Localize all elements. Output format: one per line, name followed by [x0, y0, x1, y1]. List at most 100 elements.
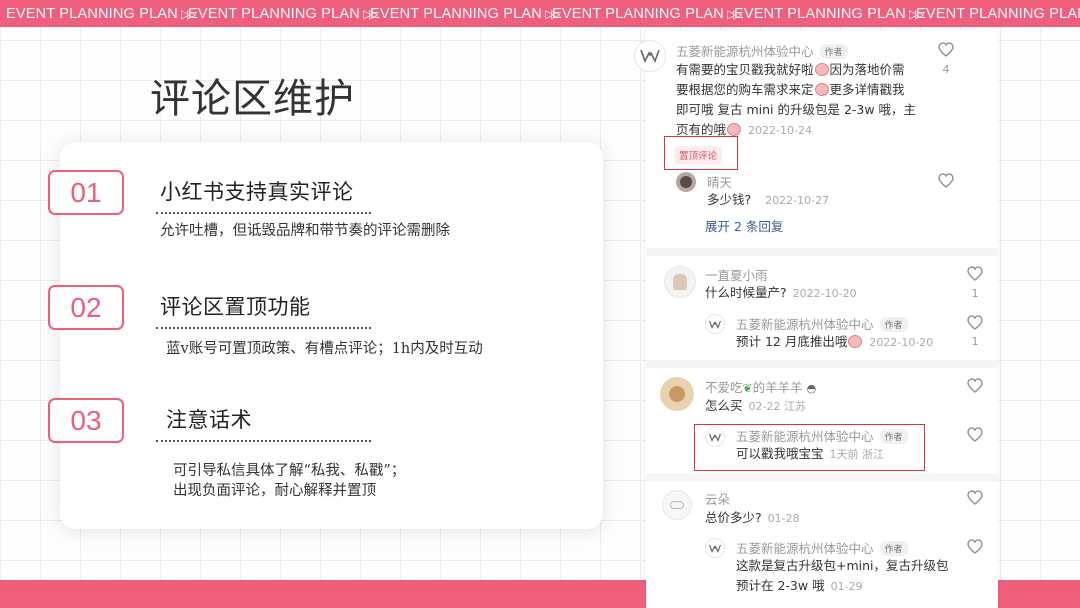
point-heading-01: 小红书支持真实评论	[160, 180, 354, 204]
user-avatar[interactable]	[664, 266, 696, 298]
text-span: 因为落地价需	[829, 62, 905, 77]
brand-avatar[interactable]	[705, 538, 725, 558]
text-span: 预计 12 月底推出哦	[736, 334, 848, 349]
banner-text: EVENT PLANNING PLAN	[6, 5, 178, 22]
like-count: 1	[971, 287, 979, 300]
brand-avatar[interactable]	[634, 40, 666, 72]
separator	[646, 474, 998, 482]
reply-username[interactable]: 晴天	[707, 172, 732, 191]
text-span: 的羊羊羊	[752, 380, 803, 395]
banner-text: EVENT PLANNING PLAN	[188, 5, 360, 22]
cloud-icon	[670, 501, 684, 509]
comment-text: 什么时候量产? 2022-10-20	[705, 283, 857, 304]
heart-icon[interactable]	[967, 266, 983, 281]
text-span: 更多详情戳我	[829, 82, 905, 97]
heart-icon[interactable]	[967, 539, 983, 554]
divider	[156, 212, 371, 214]
author-badge: 作者	[879, 429, 908, 444]
text-span: 预计在 2-3w 哦	[736, 578, 825, 593]
reply-username[interactable]: 五菱新能源杭州体验中心 作者	[736, 314, 908, 333]
smile-emoji-icon	[814, 63, 829, 76]
sheep-icon: ◓	[806, 382, 817, 395]
smile-emoji-icon	[848, 335, 863, 348]
avatar-figure	[673, 274, 687, 290]
text-span: 总价多少?	[705, 510, 762, 525]
user-avatar[interactable]	[662, 490, 692, 520]
slide-title: 评论区维护	[150, 76, 355, 122]
author-badge: 作者	[819, 44, 848, 59]
banner-item: EVENT PLANNING PLAN ▷▷	[364, 6, 561, 22]
separator	[646, 360, 998, 368]
text-span: 有需要的宝贝戳我就好啦	[676, 62, 814, 77]
point-number-03: 03	[48, 398, 124, 443]
divider	[156, 327, 371, 329]
username-text: 五菱新能源杭州体验中心	[736, 317, 874, 332]
user-avatar[interactable]	[660, 377, 694, 411]
text-span: 页有的哦	[676, 122, 727, 137]
point-desc-03-line2: 出现负面评论，耐心解释并置顶	[173, 483, 376, 499]
username-text: 五菱新能源杭州体验中心	[736, 429, 874, 444]
heart-icon[interactable]	[967, 378, 983, 393]
comment-time: 01-28	[767, 512, 800, 525]
username-text: 五菱新能源杭州体验中心	[676, 44, 814, 59]
heart-icon[interactable]	[938, 173, 954, 188]
banner-item: EVENT PLANNING PLAN ▷▷	[728, 5, 925, 22]
like-count: 4	[942, 63, 950, 76]
reply-username[interactable]: 五菱新能源杭州体验中心 作者	[736, 538, 908, 557]
point-desc-03-line1: 可引导私信具体了解“私我、私戳”；	[173, 463, 406, 479]
user-avatar[interactable]	[676, 172, 696, 192]
banner-text: EVENT PLANNING PLAN	[916, 5, 1080, 22]
reply-text: 预计 12 月底推出哦 2022-10-20	[736, 332, 933, 353]
wuling-logo-icon	[709, 544, 721, 553]
point-number-01: 01	[48, 170, 124, 215]
brand-avatar[interactable]	[705, 427, 725, 447]
text-span: 多少钱?	[707, 192, 752, 207]
text-span: 怎么买	[705, 398, 743, 413]
comment-username[interactable]: 云朵	[705, 489, 730, 508]
comment-time: 2022-10-27	[765, 194, 830, 207]
comments-panel: 五菱新能源杭州体验中心 作者 4 有需要的宝贝戳我就好啦 因为落地价需 要根据您的购…	[634, 30, 998, 608]
comment-line: 即可哦 复古 mini 的升级包是 2-3w 哦，主	[676, 102, 917, 117]
heart-icon[interactable]	[967, 490, 983, 505]
banner-item: EVENT PLANNING PLAN	[910, 6, 1080, 22]
wuling-logo-icon	[709, 433, 721, 442]
comment-text: 有需要的宝贝戳我就好啦 因为落地价需 要根据您的购车需求来定 更多详情戳我 即可哦 …	[676, 60, 926, 141]
reply-username[interactable]: 五菱新能源杭州体验中心 作者	[736, 426, 908, 445]
comment-username[interactable]: 不爱吃❦的羊羊羊 ◓	[705, 377, 816, 396]
wuling-logo-icon	[640, 49, 660, 63]
comment-line: 要根据您的购车需求来定 更多详情戳我	[676, 80, 926, 100]
comment-text: 怎么买 02-22 江苏	[705, 396, 806, 417]
comment-time: 2022-10-24	[748, 124, 812, 137]
comment-line: 预计在 2-3w 哦 01-29	[736, 576, 976, 597]
comment-time: 2022-10-20	[792, 287, 857, 300]
text-span: 不爱吃	[705, 380, 743, 395]
top-banner: EVENT PLANNING PLAN ▷▷ EVENT PLANNING PLA…	[0, 0, 1080, 27]
wuling-logo-icon	[709, 320, 721, 329]
reply-text: 多少钱? 2022-10-27	[707, 190, 829, 211]
point-number-02: 02	[48, 285, 124, 330]
smile-emoji-icon	[727, 123, 742, 136]
comment-time: 2022-10-20	[869, 336, 934, 349]
expand-replies-link[interactable]: 展开 2 条回复	[705, 216, 783, 235]
comment-username[interactable]: 一直夏小雨	[705, 265, 768, 284]
author-badge: 作者	[879, 317, 908, 332]
heart-icon[interactable]	[967, 315, 983, 330]
banner-item: EVENT PLANNING PLAN ▷▷	[182, 5, 379, 22]
avatar-figure	[680, 176, 692, 188]
comment-username[interactable]: 五菱新能源杭州体验中心 作者	[676, 41, 848, 60]
heart-icon[interactable]	[938, 42, 954, 57]
divider	[156, 440, 371, 442]
banner-text: EVENT PLANNING PLAN	[734, 5, 906, 22]
brand-avatar[interactable]	[705, 314, 725, 334]
reply-text: 这款是复古升级包+mini，复古升级包 预计在 2-3w 哦 01-29	[736, 556, 976, 597]
comment-time: 01-29	[830, 580, 863, 593]
point-desc-01: 允许吐槽，但诋毁品牌和带节奏的评论需删除	[160, 223, 450, 239]
heart-icon[interactable]	[967, 427, 983, 442]
comment-line: 有需要的宝贝戳我就好啦 因为落地价需	[676, 60, 926, 80]
avatar-figure	[669, 386, 685, 402]
text-span: 什么时候量产?	[705, 285, 787, 300]
smile-emoji-icon	[814, 83, 829, 96]
banner-text: EVENT PLANNING PLAN	[552, 5, 724, 22]
like-count: 1	[971, 335, 979, 348]
sprout-icon: ❦	[742, 381, 753, 395]
